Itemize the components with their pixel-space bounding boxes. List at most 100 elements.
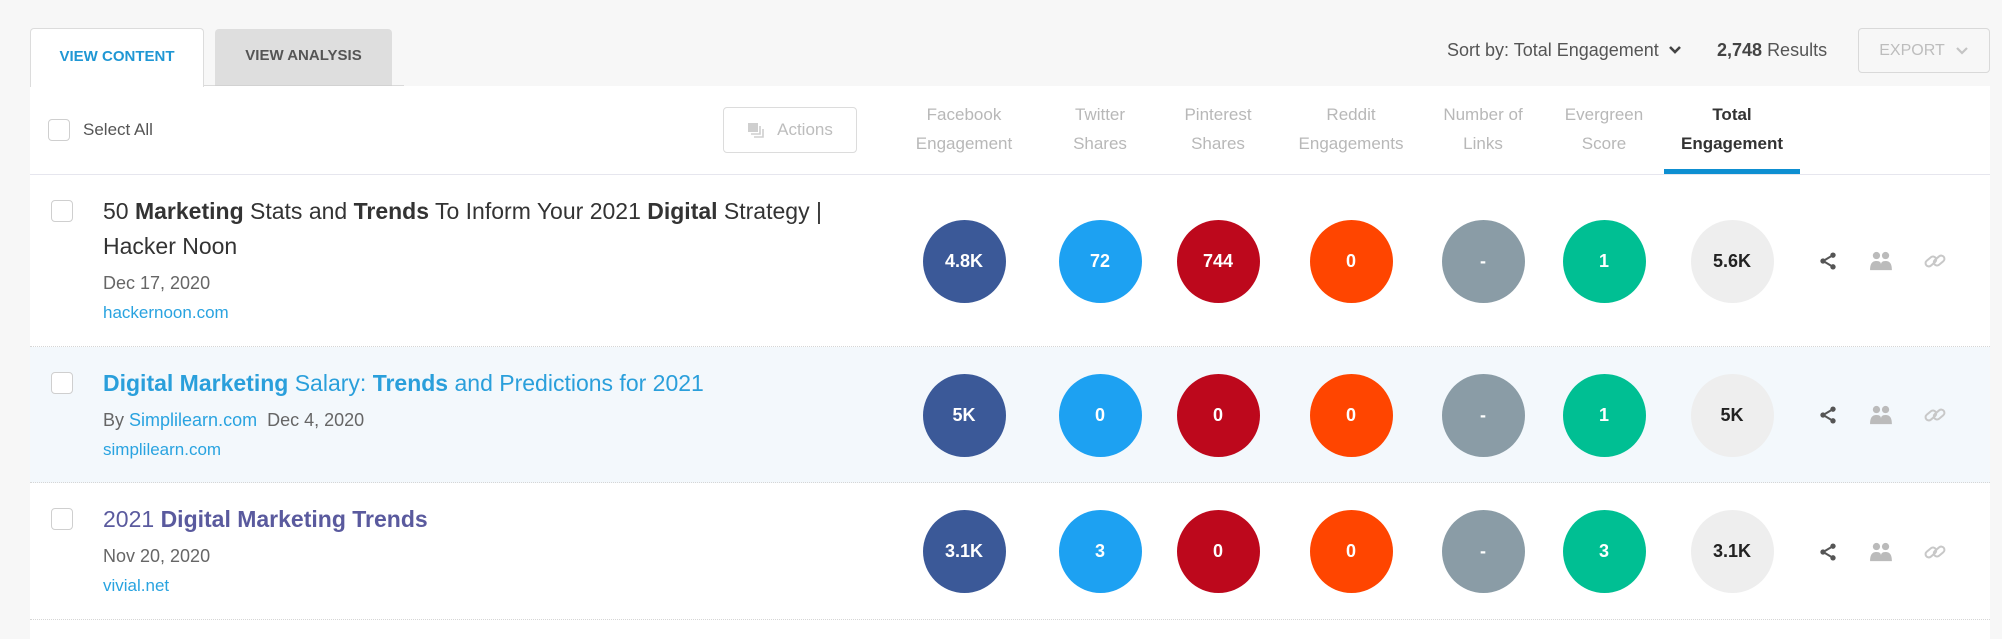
results-count: 2,748 Results (1717, 37, 1827, 63)
column-header-evergreen-score[interactable]: Evergreen Score (1536, 100, 1672, 158)
column-header-line: Number of (1443, 105, 1523, 124)
column-header-line: Reddit (1326, 105, 1376, 124)
pinterest-shares-badge: 0 (1176, 373, 1260, 457)
reddit-engagements-badge: 0 (1309, 219, 1393, 303)
number-of-links-badge: - (1441, 510, 1525, 593)
actions-button[interactable]: Actions (723, 107, 857, 153)
link-icon[interactable] (1923, 403, 1947, 427)
title-keyword: Digital Marketing (103, 370, 289, 396)
total-engagement-badge: 5.6K (1690, 219, 1774, 303)
people-icon[interactable] (1869, 540, 1893, 564)
content-panel: Select All Actions Facebook Engagement Twi… (30, 86, 1990, 639)
select-all-checkbox[interactable] (48, 119, 70, 141)
facebook-engagement-badge: 4.8K (922, 219, 1006, 303)
title-text: To Inform Your 2021 (429, 198, 648, 224)
column-header-pinterest-shares[interactable]: Pinterest Shares (1150, 100, 1286, 158)
pinterest-shares-badge: 0 (1176, 510, 1260, 593)
stacked-items-icon (748, 123, 764, 138)
evergreen-score-badge: 1 (1562, 219, 1646, 303)
pinterest-shares-badge: 744 (1176, 219, 1260, 303)
export-button[interactable]: EXPORT (1858, 28, 1990, 73)
table-row: 50 Marketing Stats and Trends To Inform … (30, 175, 1990, 347)
reddit-engagements-badge: 0 (1309, 373, 1393, 457)
export-label: EXPORT (1879, 41, 1945, 59)
table-header: Select All Actions Facebook Engagement Twi… (30, 86, 1990, 175)
tab-view-content[interactable]: VIEW CONTENT (30, 28, 204, 87)
article-meta: Dec 17, 2020 (103, 268, 873, 298)
tab-view-analysis[interactable]: VIEW ANALYSIS (215, 29, 392, 86)
column-header-twitter-shares[interactable]: Twitter Shares (1032, 100, 1168, 158)
share-icon[interactable] (1816, 540, 1840, 564)
domain-link[interactable]: vivial.net (103, 571, 873, 601)
column-header-line: Engagement (915, 134, 1013, 153)
evergreen-score-badge: 1 (1562, 373, 1646, 457)
actions-label: Actions (777, 120, 833, 139)
column-header-line: Evergreen (1564, 105, 1644, 124)
twitter-shares-badge: 72 (1058, 219, 1142, 303)
number-of-links-badge: - (1441, 219, 1525, 303)
results-number: 2,748 (1717, 40, 1763, 60)
publish-date: Dec 17, 2020 (103, 273, 211, 293)
column-header-line: Total (1712, 105, 1752, 124)
article-meta: By Simplilearn.com Dec 4, 2020 (103, 405, 873, 435)
article-title-link[interactable]: 50 Marketing Stats and Trends To Inform … (103, 194, 873, 264)
column-header-line: Links (1463, 134, 1503, 153)
title-text: Stats and (243, 198, 354, 224)
article-info: 50 Marketing Stats and Trends To Inform … (103, 194, 873, 328)
results-list: 50 Marketing Stats and Trends To Inform … (30, 175, 1990, 620)
column-header-total-engagement[interactable]: Total Engagement (1664, 100, 1800, 158)
column-header-line: Facebook (926, 105, 1002, 124)
author-link[interactable]: Simplilearn.com (129, 410, 257, 430)
table-row: 2021 Digital Marketing Trends Nov 20, 202… (30, 483, 1990, 620)
article-title-link[interactable]: 2021 Digital Marketing Trends (103, 502, 873, 537)
link-icon[interactable] (1923, 249, 1947, 273)
title-keyword: Trends (353, 198, 430, 224)
row-checkbox[interactable] (51, 508, 73, 530)
title-text: 2021 (103, 506, 161, 532)
title-text: and Predictions for 2021 (448, 370, 704, 396)
article-info: Digital Marketing Salary: Trends and Pre… (103, 366, 873, 465)
share-icon[interactable] (1816, 249, 1840, 273)
people-icon[interactable] (1869, 249, 1893, 273)
title-keyword: Digital Marketing Trends (160, 506, 428, 532)
publish-date: Nov 20, 2020 (103, 546, 211, 566)
article-info: 2021 Digital Marketing Trends Nov 20, 202… (103, 502, 873, 601)
total-engagement-badge: 5K (1690, 373, 1774, 457)
row-checkbox[interactable] (51, 200, 73, 222)
domain-link[interactable]: simplilearn.com (103, 435, 873, 465)
column-header-reddit-engagements[interactable]: Reddit Engagements (1283, 100, 1419, 158)
publish-date: Dec 4, 2020 (267, 410, 365, 430)
row-checkbox[interactable] (51, 372, 73, 394)
domain-link[interactable]: hackernoon.com (103, 298, 873, 328)
people-icon[interactable] (1869, 403, 1893, 427)
column-header-line: Twitter (1074, 105, 1126, 124)
select-all-label: Select All (83, 120, 153, 139)
total-engagement-badge: 3.1K (1690, 510, 1774, 593)
title-keyword: Marketing (134, 198, 244, 224)
twitter-shares-badge: 0 (1058, 373, 1142, 457)
column-header-number-of-links[interactable]: Number of Links (1415, 100, 1551, 158)
facebook-engagement-badge: 3.1K (922, 510, 1006, 593)
article-title-link[interactable]: Digital Marketing Salary: Trends and Pre… (103, 366, 873, 401)
link-icon[interactable] (1923, 540, 1947, 564)
column-header-line: Shares (1073, 134, 1127, 153)
article-meta: Nov 20, 2020 (103, 541, 873, 571)
column-header-line: Score (1581, 134, 1627, 153)
column-header-line: Engagements (1298, 134, 1404, 153)
chevron-down-icon (1668, 46, 1681, 54)
title-text: Salary: (288, 370, 373, 396)
reddit-engagements-badge: 0 (1309, 510, 1393, 593)
title-text: 50 (103, 198, 135, 224)
share-icon[interactable] (1816, 403, 1840, 427)
evergreen-score-badge: 3 (1562, 510, 1646, 593)
chevron-down-icon (1955, 46, 1968, 55)
byline-prefix: By (103, 410, 125, 430)
results-label: Results (1767, 40, 1828, 60)
sort-label: Sort by: Total Engagement (1447, 39, 1659, 60)
sort-dropdown[interactable]: Sort by: Total Engagement (1447, 37, 1682, 63)
twitter-shares-badge: 3 (1058, 510, 1142, 593)
column-header-line: Shares (1191, 134, 1245, 153)
title-keyword: Trends (372, 370, 449, 396)
column-header-facebook-engagement[interactable]: Facebook Engagement (896, 100, 1032, 158)
active-sort-underline (1664, 169, 1800, 174)
